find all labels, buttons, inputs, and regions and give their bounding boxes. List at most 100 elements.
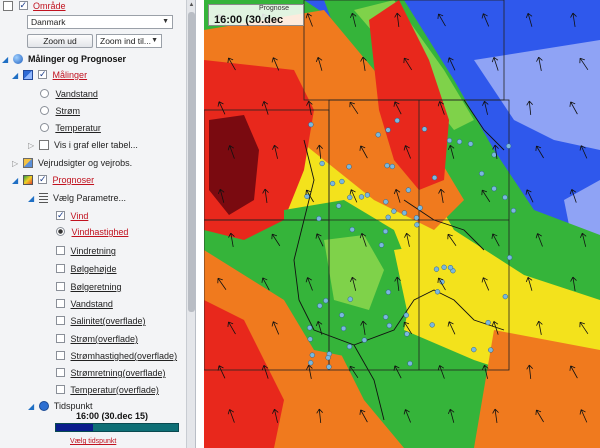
forecasts-label[interactable]: Prognoser: [53, 175, 95, 185]
station-marker[interactable]: [316, 215, 322, 222]
station-marker[interactable]: [385, 127, 391, 133]
expand-icon[interactable]: ▷: [28, 139, 36, 152]
param-checkbox[interactable]: [56, 246, 65, 255]
station-marker[interactable]: [347, 296, 353, 302]
station-marker[interactable]: [431, 175, 438, 181]
param-label[interactable]: Vindhastighed: [72, 227, 129, 237]
param-checkbox[interactable]: [56, 351, 65, 360]
station-marker[interactable]: [502, 194, 508, 201]
station-marker[interactable]: [358, 194, 365, 200]
weather-label[interactable]: Vejrudsigter og vejrobs.: [38, 158, 132, 168]
param-item[interactable]: Strømretning(overflade): [56, 367, 166, 380]
station-marker[interactable]: [319, 160, 325, 167]
panel-splitter[interactable]: [196, 0, 204, 448]
param-label[interactable]: Strøm(overflade): [71, 334, 139, 344]
station-marker[interactable]: [485, 319, 491, 326]
station-marker[interactable]: [323, 298, 329, 304]
measurements-label[interactable]: Målinger: [53, 70, 88, 80]
forecasts-checkbox[interactable]: [38, 173, 48, 186]
collapse-icon[interactable]: ◢: [12, 69, 20, 82]
zoom-to-select[interactable]: Zoom ind til... ▼: [96, 34, 162, 48]
param-item[interactable]: Strøm(overflade): [56, 333, 138, 346]
collapse-icon[interactable]: ◢: [28, 400, 36, 413]
collapse-icon[interactable]: ◢: [28, 192, 36, 205]
area-label[interactable]: Område: [33, 1, 66, 11]
station-marker[interactable]: [421, 126, 428, 132]
station-marker[interactable]: [364, 192, 371, 198]
region-select[interactable]: Danmark ▼: [27, 15, 173, 29]
measurement-radio[interactable]: [40, 106, 49, 115]
param-checkbox[interactable]: [56, 282, 65, 291]
map-canvas[interactable]: [204, 0, 600, 448]
weather-node[interactable]: ▷ Vejrudsigter og vejrobs.: [12, 157, 132, 170]
station-marker[interactable]: [417, 205, 423, 211]
station-marker[interactable]: [401, 210, 408, 216]
station-marker[interactable]: [433, 266, 440, 272]
station-marker[interactable]: [488, 347, 494, 353]
graph-link-row[interactable]: ▷ Vis i graf eller tabel...: [28, 139, 138, 152]
param-label[interactable]: Temperatur(overflade): [70, 385, 159, 395]
station-marker[interactable]: [382, 228, 389, 235]
collapse-icon[interactable]: ◢: [12, 174, 20, 187]
forecasts-node[interactable]: ◢ Prognoser: [12, 173, 95, 187]
station-marker[interactable]: [347, 194, 353, 201]
station-marker[interactable]: [414, 222, 420, 228]
param-item[interactable]: Temperatur(overflade): [56, 384, 159, 397]
param-label[interactable]: Vindretning: [71, 246, 116, 256]
station-marker[interactable]: [383, 199, 389, 205]
station-marker[interactable]: [325, 355, 331, 361]
measurements-node[interactable]: ◢ Målinger: [12, 68, 88, 82]
param-label[interactable]: Vind: [71, 211, 89, 221]
station-marker[interactable]: [385, 289, 391, 295]
measurement-radio[interactable]: [40, 123, 49, 132]
station-marker[interactable]: [346, 343, 353, 350]
measurements-checkbox[interactable]: [38, 68, 48, 81]
param-checkbox[interactable]: [56, 368, 65, 377]
area-checkbox[interactable]: [18, 0, 28, 12]
station-marker[interactable]: [491, 186, 497, 192]
param-checkbox[interactable]: [56, 385, 65, 394]
param-item[interactable]: Bølgehøjde: [56, 263, 117, 276]
station-marker[interactable]: [329, 180, 336, 187]
station-marker[interactable]: [307, 325, 313, 331]
station-marker[interactable]: [471, 346, 477, 353]
param-label[interactable]: Strømretning(overflade): [71, 368, 166, 378]
station-marker[interactable]: [340, 325, 347, 332]
station-marker[interactable]: [339, 178, 345, 185]
station-marker[interactable]: [407, 360, 413, 367]
expand-icon[interactable]: ▷: [12, 157, 20, 170]
scrollbar-thumb[interactable]: [188, 12, 195, 312]
station-marker[interactable]: [384, 162, 390, 169]
station-marker[interactable]: [309, 352, 315, 358]
station-marker[interactable]: [304, 193, 310, 200]
measurement-item[interactable]: Temperatur: [40, 122, 101, 135]
area-row[interactable]: Område: [3, 0, 66, 13]
station-marker[interactable]: [502, 293, 508, 300]
station-marker[interactable]: [446, 137, 453, 144]
station-marker[interactable]: [375, 132, 381, 138]
param-checkbox[interactable]: [56, 334, 65, 343]
param-item[interactable]: Vandstand: [56, 298, 113, 311]
param-item[interactable]: Strømhastighed(overflade): [56, 350, 177, 363]
station-marker[interactable]: [394, 117, 400, 124]
station-marker[interactable]: [326, 364, 332, 370]
station-marker[interactable]: [308, 121, 314, 128]
station-marker[interactable]: [456, 139, 463, 145]
station-marker[interactable]: [346, 164, 352, 170]
station-marker[interactable]: [378, 242, 385, 248]
param-label[interactable]: Vandstand: [71, 299, 113, 309]
param-item[interactable]: Bølgeretning: [56, 281, 122, 294]
station-marker[interactable]: [467, 141, 474, 147]
station-marker[interactable]: [404, 331, 410, 337]
param-item[interactable]: Vind: [56, 209, 89, 223]
zoom-out-button[interactable]: Zoom ud: [27, 34, 93, 48]
measurement-radio[interactable]: [40, 89, 49, 98]
param-group-node[interactable]: ◢ Vælg Parametre...: [28, 192, 126, 205]
forecast-map[interactable]: Prognose 16:00 (30.dec: [204, 0, 600, 448]
station-marker[interactable]: [434, 289, 441, 295]
station-marker[interactable]: [413, 215, 420, 221]
root-node[interactable]: ◢ Målinger og Prognoser: [2, 53, 126, 66]
station-marker[interactable]: [308, 360, 314, 366]
station-marker[interactable]: [336, 203, 342, 209]
station-marker[interactable]: [441, 264, 447, 270]
